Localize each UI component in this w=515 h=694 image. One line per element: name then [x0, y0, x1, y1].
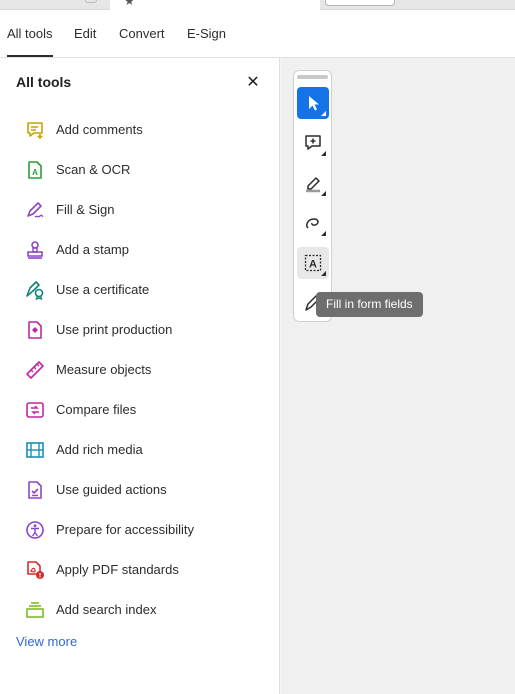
tool-add-rich-media[interactable]: Add rich media: [0, 430, 279, 470]
tool-label: Fill & Sign: [56, 202, 115, 217]
tool-use-certificate[interactable]: Use a certificate: [0, 270, 279, 310]
tool-label: Add rich media: [56, 442, 143, 457]
pdf-standards-icon: [27, 561, 44, 579]
text-select-tool-button[interactable]: A: [297, 247, 329, 279]
expand-corner-icon: [321, 231, 326, 236]
text-select-icon: A: [304, 254, 322, 272]
tool-list: Add comments A Scan & OCR Fill & Sign Ad…: [0, 110, 279, 630]
active-browser-tab[interactable]: [110, 0, 320, 10]
draw-tool-button[interactable]: [297, 207, 329, 239]
accessibility-icon: [26, 521, 44, 539]
highlight-icon: [306, 177, 320, 193]
top-menubar: All tools Edit Convert E-Sign: [0, 10, 515, 58]
fill-sign-icon: [27, 202, 44, 218]
freehand-draw-icon: [306, 218, 319, 229]
highlight-tool-button[interactable]: [297, 167, 329, 199]
tool-scan-ocr[interactable]: A Scan & OCR: [0, 150, 279, 190]
comment-tool-button[interactable]: [297, 127, 329, 159]
tool-label: Use a certificate: [56, 282, 150, 297]
tool-label: Prepare for accessibility: [56, 522, 194, 537]
tool-fill-sign[interactable]: Fill & Sign: [0, 190, 279, 230]
tool-guided-actions[interactable]: Use guided actions: [0, 470, 279, 510]
tab-indicator: [85, 0, 97, 3]
menu-convert[interactable]: Convert: [119, 10, 165, 57]
menu-e-sign[interactable]: E-Sign: [187, 10, 226, 57]
expand-corner-icon: [321, 111, 326, 116]
guided-actions-icon: [28, 481, 42, 499]
tool-search-index[interactable]: Add search index: [0, 590, 279, 630]
toolbar-drag-handle[interactable]: [297, 75, 328, 79]
tool-label: Compare files: [56, 402, 137, 417]
select-cursor-icon: [309, 96, 319, 111]
tool-print-production[interactable]: Use print production: [0, 310, 279, 350]
tool-label: Scan & OCR: [56, 162, 131, 177]
svg-text:A: A: [309, 259, 317, 271]
quick-tools-toolbar: A: [293, 70, 332, 322]
browser-tab-strip: ★: [0, 0, 515, 10]
tab-field-fragment[interactable]: [325, 0, 395, 6]
tool-add-comments[interactable]: Add comments: [0, 110, 279, 150]
tool-label: Add comments: [56, 122, 143, 137]
svg-text:A: A: [32, 168, 38, 177]
menu-all-tools[interactable]: All tools: [7, 10, 53, 57]
expand-corner-icon: [321, 191, 326, 196]
stamp-icon: [27, 241, 43, 259]
expand-corner-icon: [321, 151, 326, 156]
menu-edit[interactable]: Edit: [74, 10, 96, 57]
tool-measure-objects[interactable]: Measure objects: [0, 350, 279, 390]
tool-label: Use print production: [56, 322, 173, 337]
rich-media-icon: [26, 442, 44, 458]
tool-label: Apply PDF standards: [56, 562, 179, 577]
tool-accessibility[interactable]: Prepare for accessibility: [0, 510, 279, 550]
panel-title: All tools: [16, 74, 72, 90]
search-index-icon: [26, 602, 44, 618]
tool-add-stamp[interactable]: Add a stamp: [0, 230, 279, 270]
tool-label: Measure objects: [56, 362, 152, 377]
all-tools-panel: All tools ✕ Add comments A Scan & OCR Fi…: [0, 58, 280, 694]
comment-add-icon: [27, 122, 43, 139]
select-tool-button[interactable]: [297, 87, 329, 119]
certificate-icon: [26, 281, 44, 300]
expand-corner-icon: [321, 271, 326, 276]
tool-pdf-standards[interactable]: Apply PDF standards: [0, 550, 279, 590]
scan-ocr-icon: A: [28, 161, 42, 179]
tool-label: Add search index: [56, 602, 157, 617]
tool-label: Use guided actions: [56, 482, 167, 497]
tool-label: Add a stamp: [56, 242, 129, 257]
view-more-link[interactable]: View more: [16, 634, 77, 649]
add-comment-icon: [305, 135, 321, 150]
print-production-icon: [28, 321, 42, 339]
ruler-icon: [26, 361, 44, 379]
compare-files-icon: [26, 402, 44, 418]
tooltip: Fill in form fields: [316, 292, 423, 317]
close-icon[interactable]: ✕: [244, 74, 262, 92]
star-icon[interactable]: ★: [124, 0, 135, 7]
tool-compare-files[interactable]: Compare files: [0, 390, 279, 430]
